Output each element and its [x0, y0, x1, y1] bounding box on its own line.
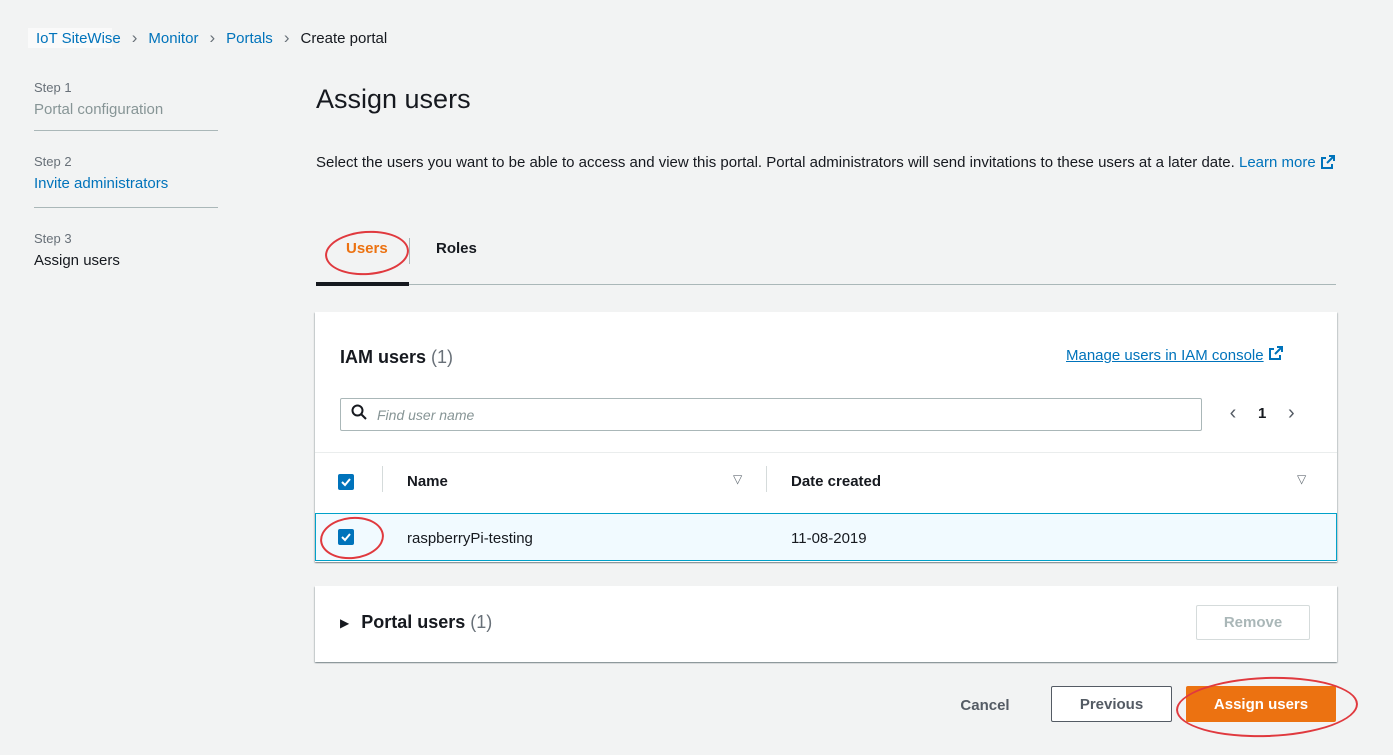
learn-more-link[interactable]: Learn more: [1239, 154, 1336, 171]
step-number: Step 1: [34, 80, 72, 95]
breadcrumb-separator: ›: [131, 28, 138, 47]
iam-users-count: (1): [431, 347, 454, 367]
breadcrumb-monitor[interactable]: Monitor: [148, 30, 198, 47]
step-name-link[interactable]: Invite administrators: [34, 172, 218, 196]
iam-users-title: IAM users (1): [340, 347, 454, 367]
external-link-icon: [1268, 345, 1284, 365]
column-header-date-created[interactable]: Date created: [791, 473, 881, 490]
description-text: Select the users you want to be able to …: [316, 154, 1235, 171]
tab-roles[interactable]: Roles: [436, 240, 477, 257]
sort-down-icon[interactable]: ▽: [1297, 472, 1306, 486]
prev-page-icon[interactable]: ‹: [1222, 402, 1244, 425]
next-page-icon[interactable]: ›: [1280, 402, 1302, 425]
table-top-border: [315, 452, 1337, 453]
tab-active-indicator: [316, 282, 409, 286]
manage-users-iam-link[interactable]: Manage users in IAM console: [1066, 345, 1284, 365]
external-link-icon: [1320, 153, 1336, 179]
step-divider: [34, 207, 218, 208]
tabs-baseline: [316, 284, 1336, 285]
wizard-step-1: Step 1 Portal configuration: [34, 80, 218, 122]
column-separator: [382, 466, 383, 492]
select-all-checkbox[interactable]: [338, 474, 354, 490]
step-number: Step 3: [34, 231, 72, 246]
check-icon: [341, 533, 351, 542]
previous-button[interactable]: Previous: [1051, 686, 1172, 722]
step-divider: [34, 130, 218, 131]
cancel-button[interactable]: Cancel: [940, 687, 1030, 723]
assign-users-button[interactable]: Assign users: [1186, 686, 1336, 722]
page-title: Assign users: [316, 84, 471, 114]
sort-down-icon[interactable]: ▽: [733, 472, 742, 486]
remove-button[interactable]: Remove: [1196, 605, 1310, 640]
breadcrumb-portals[interactable]: Portals: [226, 30, 273, 47]
tab-users[interactable]: Users: [346, 240, 388, 257]
portal-users-count: (1): [470, 612, 493, 632]
row-checkbox[interactable]: [338, 529, 354, 545]
caret-right-icon: ▶: [340, 615, 350, 630]
breadcrumb-separator: ›: [209, 28, 216, 47]
user-name-cell: raspberryPi-testing: [407, 530, 533, 547]
breadcrumb-current: Create portal: [300, 29, 388, 47]
step-name: Assign users: [34, 252, 120, 269]
column-separator: [766, 466, 767, 492]
portal-users-expander[interactable]: ▶ Portal users (1): [340, 612, 492, 633]
wizard-step-2[interactable]: Step 2 Invite administrators: [34, 154, 218, 196]
breadcrumb: IoT SiteWise › Monitor › Portals › Creat…: [36, 28, 387, 48]
date-created-cell: 11-08-2019: [791, 530, 867, 547]
search-input-container: [340, 398, 1202, 431]
search-icon: [351, 404, 367, 425]
column-header-name[interactable]: Name: [407, 473, 448, 490]
step-name: Portal configuration: [34, 101, 164, 118]
wizard-step-3: Step 3 Assign users: [34, 231, 218, 273]
breadcrumb-separator: ›: [283, 28, 290, 47]
search-input[interactable]: [377, 406, 1157, 423]
pagination: ‹ 1 ›: [1222, 402, 1302, 425]
page-description: Select the users you want to be able to …: [316, 150, 1361, 179]
breadcrumb-iot-sitewise[interactable]: IoT SiteWise: [36, 30, 121, 47]
current-page[interactable]: 1: [1258, 405, 1266, 422]
step-number: Step 2: [34, 154, 72, 169]
portal-users-title: Portal users: [361, 612, 466, 632]
check-icon: [341, 478, 351, 487]
tab-divider: [409, 238, 410, 264]
